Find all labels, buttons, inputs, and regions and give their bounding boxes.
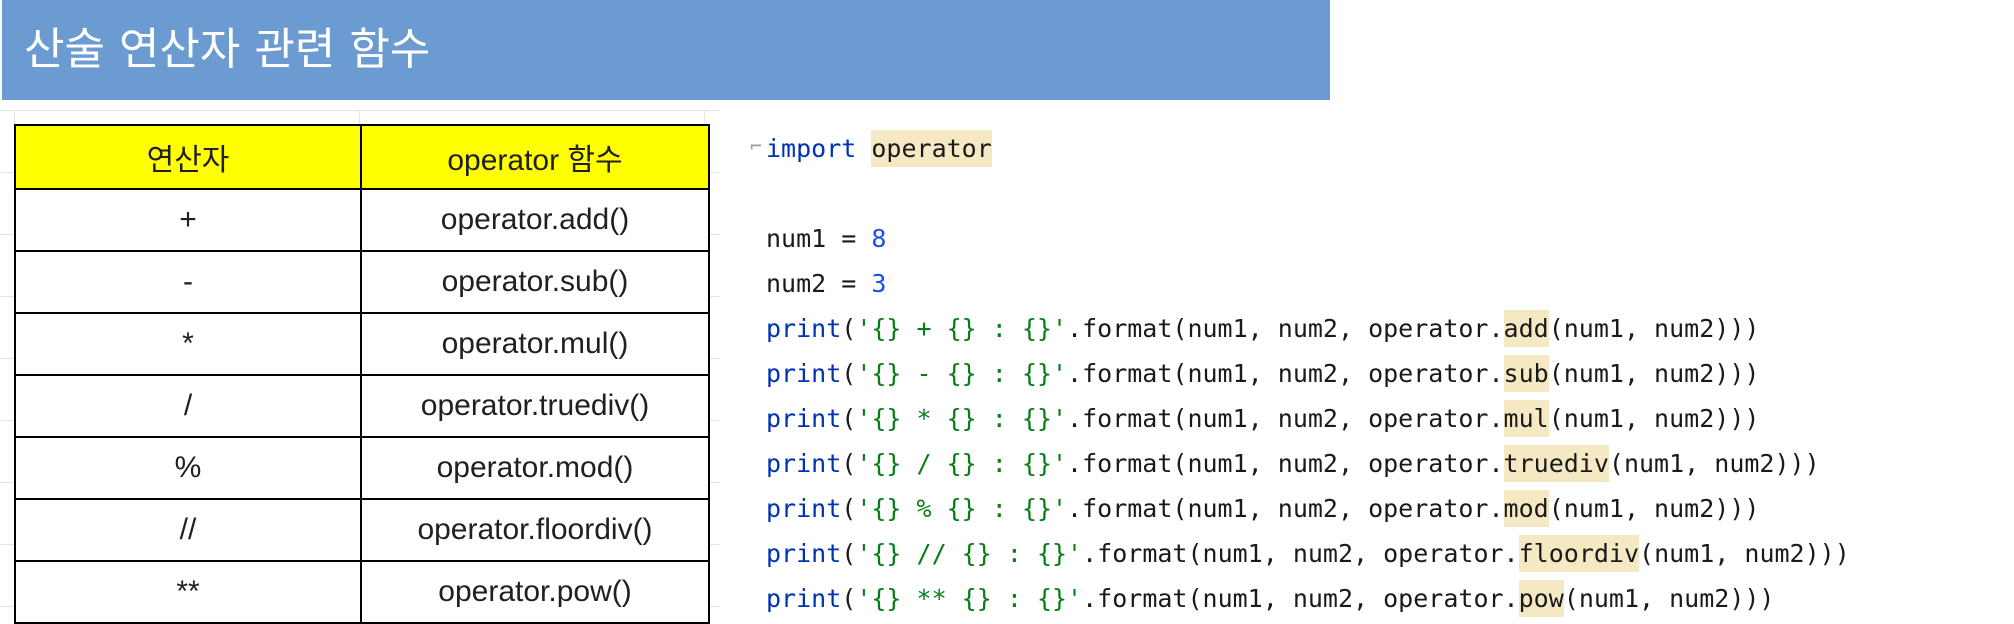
function-name: truediv (1503, 445, 1609, 482)
table-row: - operator.sub() (14, 250, 710, 314)
format-string: '{} ** {} : {}' (856, 584, 1083, 613)
format-call: .format(num1, num2, operator. (1082, 584, 1519, 613)
format-call: .format(num1, num2, operator. (1082, 539, 1519, 568)
code-line-print: print('{} ** {} : {}'.format(num1, num2,… (766, 580, 1775, 617)
function-name: pow (1518, 580, 1564, 617)
function-cell: operator.sub() (360, 250, 710, 314)
operator-cell: + (14, 188, 362, 252)
operator-cell: ** (14, 560, 362, 624)
table-header-row: 연산자 operator 함수 (14, 124, 710, 190)
format-string: '{} + {} : {}' (856, 314, 1068, 343)
code-line-import: import operator (766, 130, 992, 167)
code-line-print: print('{} % {} : {}'.format(num1, num2, … (766, 490, 1760, 527)
call-args: (num1, num2))) (1548, 314, 1760, 343)
format-call: .format(num1, num2, operator. (1067, 494, 1504, 523)
code-line-print: print('{} - {} : {}'.format(num1, num2, … (766, 355, 1760, 392)
import-keyword: import (766, 134, 857, 163)
call-args: (num1, num2))) (1563, 584, 1775, 613)
format-string: '{} % {} : {}' (856, 494, 1068, 523)
header-function: operator 함수 (360, 124, 710, 190)
var-name: num2 (766, 269, 827, 298)
format-string: '{} // {} : {}' (856, 539, 1083, 568)
code-line-print: print('{} * {} : {}'.format(num1, num2, … (766, 400, 1760, 437)
code-line-print: print('{} / {} : {}'.format(num1, num2, … (766, 445, 1820, 482)
print-keyword: print (766, 539, 842, 568)
call-args: (num1, num2))) (1608, 449, 1820, 478)
var-value: 3 (871, 269, 887, 298)
code-line-print: print('{} // {} : {}'.format(num1, num2,… (766, 535, 1850, 572)
function-name: sub (1503, 355, 1549, 392)
function-cell: operator.floordiv() (360, 498, 710, 562)
module-name: operator (871, 130, 992, 167)
assign-op: = (826, 224, 872, 253)
table-row: // operator.floordiv() (14, 498, 710, 562)
print-keyword: print (766, 359, 842, 388)
function-name: mul (1503, 400, 1549, 437)
operator-cell: * (14, 312, 362, 376)
call-args: (num1, num2))) (1548, 404, 1760, 433)
fold-marker-icon[interactable]: ⌐ (750, 134, 762, 158)
code-line-assign: num2 = 3 (766, 267, 886, 301)
function-name: floordiv (1518, 535, 1640, 572)
function-cell: operator.truediv() (360, 374, 710, 438)
header-operator: 연산자 (14, 124, 362, 190)
function-cell: operator.mod() (360, 436, 710, 500)
format-call: .format(num1, num2, operator. (1067, 314, 1504, 343)
code-line-print: print('{} + {} : {}'.format(num1, num2, … (766, 310, 1760, 347)
operator-table: 연산자 operator 함수 + operator.add() - opera… (14, 124, 710, 624)
function-cell: operator.pow() (360, 560, 710, 624)
operator-cell: % (14, 436, 362, 500)
format-string: '{} / {} : {}' (856, 449, 1068, 478)
table-row: + operator.add() (14, 188, 710, 252)
format-call: .format(num1, num2, operator. (1067, 449, 1504, 478)
code-line-assign: num1 = 8 (766, 222, 886, 256)
print-keyword: print (766, 584, 842, 613)
title-bar: 산술 연산자 관련 함수 (2, 0, 1330, 100)
call-args: (num1, num2))) (1548, 494, 1760, 523)
call-args: (num1, num2))) (1548, 359, 1760, 388)
code-editor[interactable]: ⌐ import operator num1 = 8 num2 = 3 prin… (750, 120, 2014, 620)
operator-cell: / (14, 374, 362, 438)
format-string: '{} * {} : {}' (856, 404, 1068, 433)
table-row: % operator.mod() (14, 436, 710, 500)
function-cell: operator.mul() (360, 312, 710, 376)
print-keyword: print (766, 449, 842, 478)
assign-op: = (826, 269, 872, 298)
operator-cell: // (14, 498, 362, 562)
var-value: 8 (871, 224, 887, 253)
format-string: '{} - {} : {}' (856, 359, 1068, 388)
table-row: / operator.truediv() (14, 374, 710, 438)
operator-cell: - (14, 250, 362, 314)
print-keyword: print (766, 404, 842, 433)
format-call: .format(num1, num2, operator. (1067, 359, 1504, 388)
function-cell: operator.add() (360, 188, 710, 252)
table-row: ** operator.pow() (14, 560, 710, 624)
print-keyword: print (766, 314, 842, 343)
slide-title: 산술 연산자 관련 함수 (24, 24, 431, 75)
table-row: * operator.mul() (14, 312, 710, 376)
function-name: mod (1503, 490, 1549, 527)
function-name: add (1503, 310, 1549, 347)
print-keyword: print (766, 494, 842, 523)
call-args: (num1, num2))) (1639, 539, 1850, 568)
var-name: num1 (766, 224, 827, 253)
format-call: .format(num1, num2, operator. (1067, 404, 1504, 433)
